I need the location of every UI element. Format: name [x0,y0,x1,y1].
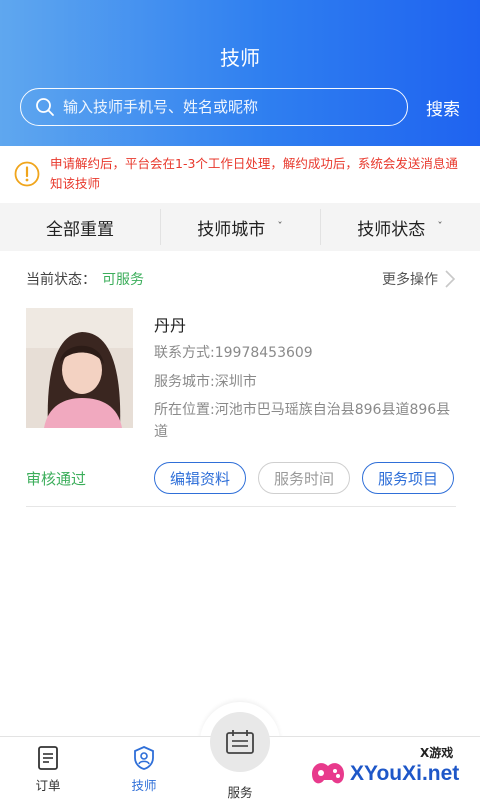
filter-city[interactable]: 技师城市 ˇ [160,203,320,251]
filter-status[interactable]: 技师状态 ˇ [320,203,480,251]
technician-name: 丹丹 [154,316,187,335]
tab-technician[interactable]: 技师 [114,745,174,794]
divider [26,506,456,507]
avatar [26,308,133,428]
technician-phone: 联系方式:19978453609 [154,345,313,361]
tab-orders-label: 订单 [35,778,61,793]
tab-technician-label: 技师 [131,778,157,793]
technician-city: 服务城市:深圳市 [154,374,257,390]
status-row: 当前状态： 可服务 更多操作 [26,268,456,290]
watermark-main: XYouXi.net [350,762,460,785]
search-box[interactable] [20,88,408,126]
document-icon [38,746,58,770]
filter-bar: 全部重置 技师城市 ˇ 技师状态 ˇ [0,203,480,251]
more-operations-button[interactable]: 更多操作 [382,268,456,290]
filter-status-label: 技师状态 [357,219,426,240]
chevron-right-icon [445,270,456,288]
search-icon [36,98,54,116]
filter-city-label: 技师城市 [197,219,266,240]
service-time-button[interactable]: 服务时间 [258,462,350,494]
tab-service-label: 服务 [227,785,253,800]
tab-orders[interactable]: 订单 [18,745,78,794]
search-button[interactable]: 搜索 [420,94,466,120]
watermark-sub: X游戏 [420,746,454,760]
watermark: X游戏 XYouXi.net [300,738,480,800]
chevron-down-icon: ˇ [277,219,283,233]
edit-profile-button[interactable]: 编辑资料 [154,462,246,494]
technician-address: 所在位置:河池市巴马瑶族自治县896县道896县道 [154,402,451,440]
shield-user-icon [134,746,154,770]
search-input[interactable] [63,98,407,116]
notice-banner: 申请解约后，平台会在1-3个工作日处理，解约成功后，系统会发送消息通知该技师 [0,146,480,202]
chevron-down-icon: ˇ [437,219,443,233]
filter-reset[interactable]: 全部重置 [0,203,160,251]
header: 技师 搜索 [0,0,480,146]
page-title: 技师 [220,46,260,70]
tab-service[interactable] [210,712,270,772]
calendar-list-icon [226,730,254,754]
notice-text: 申请解约后，平台会在1-3个工作日处理，解约成功后，系统会发送消息通知该技师 [50,156,458,191]
status-value: 可服务 [102,272,144,288]
service-items-button[interactable]: 服务项目 [362,462,454,494]
status-label: 当前状态： [26,272,96,288]
technician-card: 丹丹 联系方式:19978453609 服务城市:深圳市 所在位置:河池市巴马瑶… [26,308,456,440]
more-operations-label: 更多操作 [382,272,438,288]
warning-icon [14,161,40,187]
action-row: 审核通过 编辑资料 服务时间 服务项目 [26,462,456,494]
filter-reset-label: 全部重置 [46,219,114,240]
approval-status: 审核通过 [26,469,87,488]
gamepad-logo-icon [312,763,344,784]
